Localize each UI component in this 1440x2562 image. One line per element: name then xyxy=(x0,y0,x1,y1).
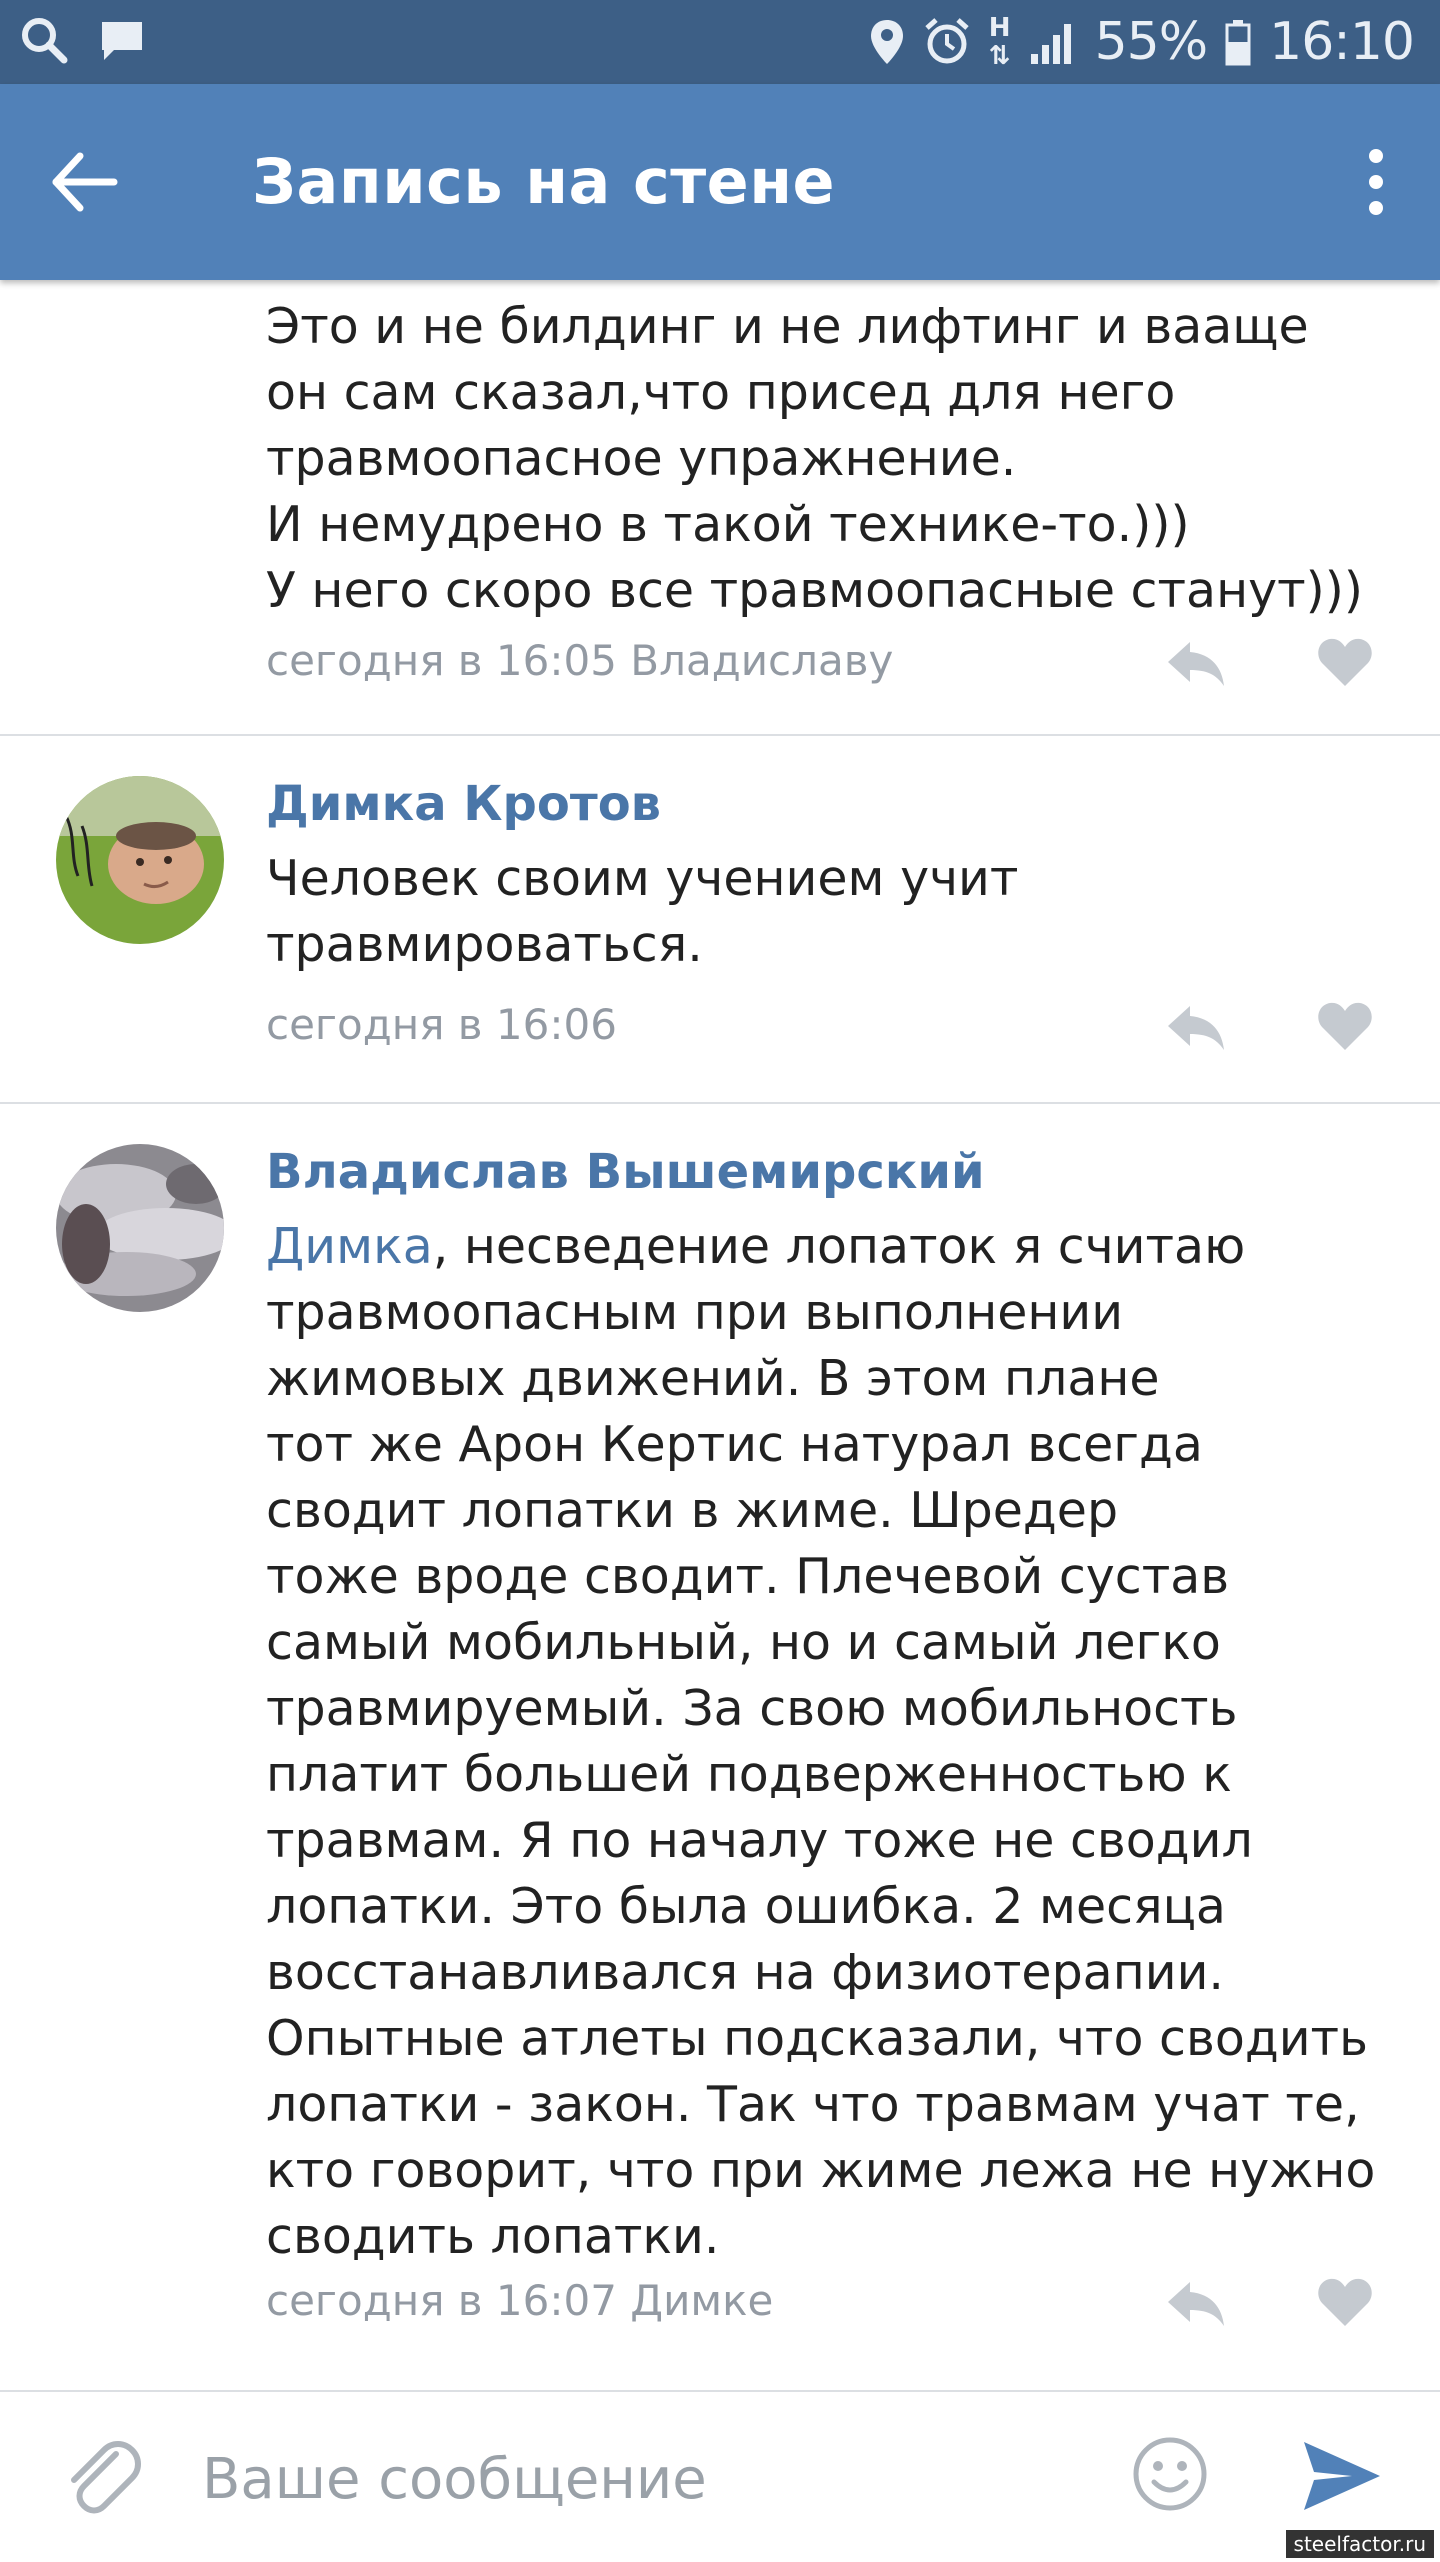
reply-icon[interactable] xyxy=(1166,2278,1226,2328)
alarm-icon xyxy=(923,16,971,68)
comment-meta: сегодня в 16:07 Димке xyxy=(266,2276,774,2325)
status-bar: H ⇅ 55% 16:10 xyxy=(0,0,1440,84)
comment-meta: сегодня в 16:05 Владиславу xyxy=(266,636,894,685)
battery-percent: 55% xyxy=(1094,12,1209,72)
message-icon xyxy=(96,14,148,66)
watermark: steelfactor.ru xyxy=(1285,2530,1434,2558)
comment-text: Человек своим учением учит травмироватьс… xyxy=(266,850,1019,973)
comments-list: технике. Это и не билдинг и не лифтинг и… xyxy=(0,280,1440,2390)
comment-meta: сегодня в 16:06 xyxy=(266,1000,617,1049)
comment-body: , несведение лопаток я считаю травмоопас… xyxy=(266,1218,1376,2265)
send-icon[interactable] xyxy=(1302,2438,1382,2514)
author-name[interactable]: Димка Кротов xyxy=(266,776,661,832)
avatar[interactable] xyxy=(56,776,224,944)
mention-link[interactable]: Димка xyxy=(266,1218,433,1275)
comment-item: Владислав Вышемирский Димка, несведение … xyxy=(0,1104,1440,2390)
reply-icon[interactable] xyxy=(1166,638,1226,688)
more-vertical-icon[interactable] xyxy=(1340,134,1412,230)
search-icon xyxy=(18,14,70,66)
location-icon xyxy=(869,16,905,68)
back-arrow-icon[interactable] xyxy=(44,142,124,222)
message-composer: steelfactor.ru xyxy=(0,2390,1440,2562)
comment-text: Димка, несведение лопаток я считаю травм… xyxy=(266,1214,1406,2270)
heart-icon[interactable] xyxy=(1316,636,1374,688)
comment-item: Димка Кротов Человек своим учением учит … xyxy=(0,736,1440,1102)
signal-icon xyxy=(1029,18,1077,66)
heart-icon[interactable] xyxy=(1316,2276,1374,2328)
heart-icon[interactable] xyxy=(1316,1000,1374,1052)
network-type-icon: H ⇅ xyxy=(988,13,1011,71)
page-title: Запись на стене xyxy=(252,145,836,218)
paperclip-icon[interactable] xyxy=(60,2436,144,2520)
comment-item: технике. Это и не билдинг и не лифтинг и… xyxy=(0,280,1440,734)
comment-text: технике. Это и не билдинг и не лифтинг и… xyxy=(266,280,1363,619)
avatar[interactable] xyxy=(56,1144,224,1312)
battery-icon xyxy=(1225,16,1251,68)
author-name[interactable]: Владислав Вышемирский xyxy=(266,1144,985,1200)
clock: 16:10 xyxy=(1269,12,1415,72)
message-input[interactable] xyxy=(200,2428,1084,2530)
toolbar: Запись на стене xyxy=(0,84,1440,280)
reply-icon[interactable] xyxy=(1166,1002,1226,1052)
emoji-icon[interactable] xyxy=(1128,2432,1212,2516)
